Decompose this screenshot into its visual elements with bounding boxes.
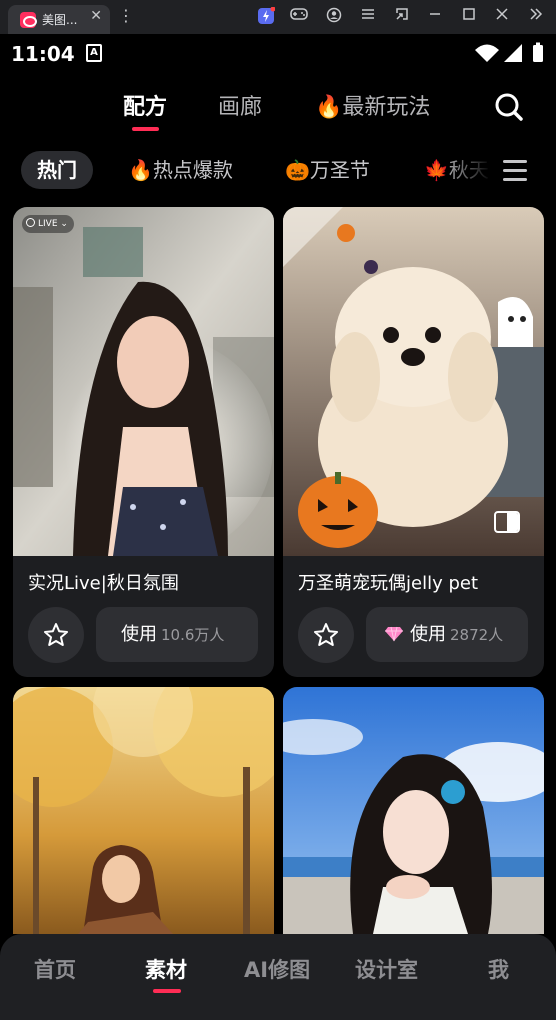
- top-nav: 配方 画廊 🔥最新玩法: [0, 74, 556, 140]
- template-card[interactable]: [283, 687, 544, 934]
- bottom-nav: 首页 素材 AI修图 设计室 我: [0, 934, 556, 1020]
- use-template-button[interactable]: 使用 10.6万人: [96, 607, 258, 662]
- nav-ai-retouch[interactable]: AI修图: [244, 954, 310, 984]
- category-chips: 热门 🔥热点爆款 🎃万圣节 🍁秋天: [0, 146, 556, 196]
- account-icon[interactable]: [324, 7, 344, 27]
- nav-materials[interactable]: 素材: [145, 954, 187, 984]
- chip-halloween[interactable]: 🎃万圣节: [285, 151, 370, 189]
- card-title: 万圣萌宠玩偶jelly pet: [298, 573, 479, 594]
- search-icon[interactable]: [494, 92, 524, 122]
- use-count: 10.6万人: [161, 626, 225, 644]
- template-preview-image: [283, 687, 544, 934]
- nav-design-studio[interactable]: 设计室: [355, 954, 418, 984]
- chevron-double-right-icon[interactable]: [526, 7, 546, 27]
- window-title-bar: 美图... ✕ ⋮: [0, 0, 556, 34]
- card-title: 实况Live|秋日氛围: [28, 573, 179, 594]
- live-icon: [26, 218, 35, 227]
- nav-home[interactable]: 首页: [34, 954, 76, 984]
- meitu-app-icon: [20, 12, 37, 28]
- wifi-icon: [475, 44, 499, 62]
- use-label: 使用: [121, 624, 157, 645]
- app-notification-icon: A: [86, 44, 102, 62]
- template-preview-image: [13, 207, 274, 556]
- live-badge-label: LIVE: [38, 219, 58, 229]
- browser-tab[interactable]: 美图... ✕: [8, 5, 110, 34]
- star-icon: [314, 623, 338, 646]
- star-icon: [44, 623, 68, 646]
- favorite-button[interactable]: [28, 607, 84, 663]
- use-count: 2872人: [450, 626, 504, 644]
- clock-time: 11:04: [11, 42, 75, 66]
- signal-status-icons: [474, 42, 546, 64]
- live-badge: LIVE ⌄: [22, 215, 74, 233]
- nav-me[interactable]: 我: [488, 954, 509, 984]
- template-preview-image: [283, 207, 544, 556]
- tab-recipes[interactable]: 配方: [123, 89, 167, 121]
- compare-icon[interactable]: [494, 511, 520, 533]
- cellular-signal-icon: [504, 44, 522, 62]
- menu-icon[interactable]: [358, 7, 378, 27]
- tab-gallery[interactable]: 画廊: [218, 89, 262, 121]
- extension-icon[interactable]: [256, 6, 276, 27]
- gamepad-icon[interactable]: [289, 7, 309, 27]
- chip-trending[interactable]: 🔥热点爆款: [128, 151, 233, 189]
- use-label: 使用: [410, 624, 446, 645]
- tab-close-icon[interactable]: ✕: [90, 8, 102, 24]
- minimize-icon[interactable]: [425, 7, 445, 27]
- status-bar: 11:04 A: [0, 34, 556, 74]
- active-tab-indicator: [132, 127, 159, 131]
- chips-fade: [440, 146, 500, 196]
- close-icon[interactable]: [492, 7, 512, 27]
- diamond-icon: [385, 626, 403, 642]
- tab-latest-play[interactable]: 🔥最新玩法: [315, 89, 430, 121]
- kebab-menu-icon[interactable]: ⋮: [118, 6, 134, 26]
- template-preview-image: [13, 687, 274, 934]
- template-card[interactable]: LIVE ⌄ 实况Live|秋日氛围 使用 10.6万人: [13, 207, 274, 677]
- favorite-button[interactable]: [298, 607, 354, 663]
- template-card[interactable]: 万圣萌宠玩偶jelly pet 使用 2872人: [283, 207, 544, 677]
- tab-title: 美图...: [42, 13, 78, 27]
- maximize-icon[interactable]: [459, 7, 479, 27]
- battery-icon: [533, 42, 543, 62]
- category-menu-icon[interactable]: [503, 160, 527, 182]
- template-card[interactable]: [13, 687, 274, 934]
- chip-hot[interactable]: 热门: [21, 151, 93, 189]
- use-template-button[interactable]: 使用 2872人: [366, 607, 528, 662]
- active-nav-indicator: [153, 989, 181, 993]
- fullscreen-exit-icon[interactable]: [392, 7, 412, 27]
